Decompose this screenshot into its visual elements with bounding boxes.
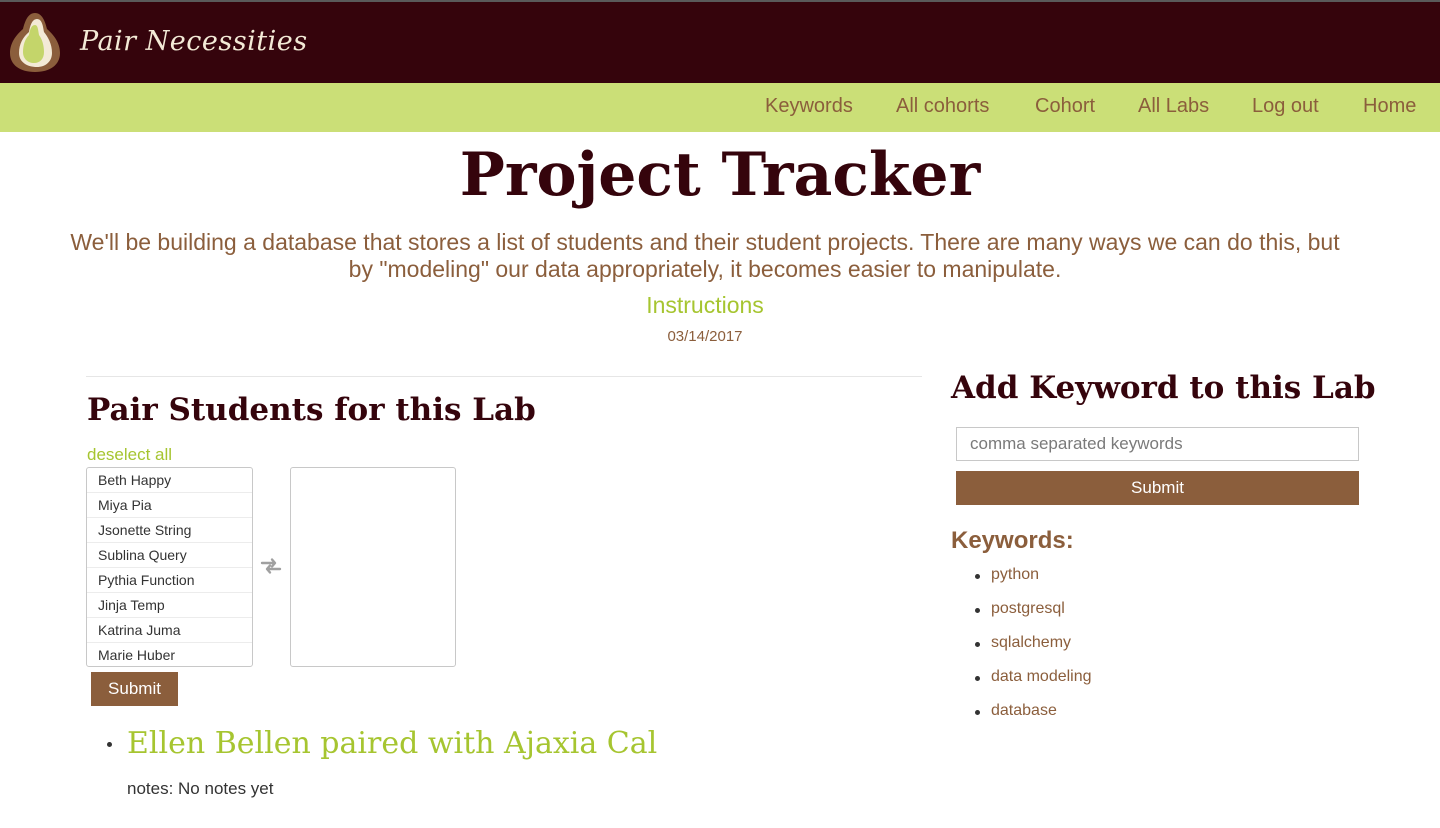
keyword-item: postgresql <box>975 600 1092 634</box>
student-option[interactable]: Jsonette String <box>87 518 252 543</box>
student-option[interactable]: Pythia Function <box>87 568 252 593</box>
top-header: Pair Necessities <box>0 0 1440 83</box>
pair-notes: notes: No notes yet <box>127 779 274 798</box>
keyword-list: python postgresql sqlalchemy data modeli… <box>975 566 1092 736</box>
keyword-input[interactable] <box>956 427 1359 461</box>
keyword-item: python <box>975 566 1092 600</box>
bullet-icon <box>107 742 112 747</box>
main-nav: Keywords All cohorts Cohort All Labs Log… <box>0 83 1440 132</box>
instructions-link[interactable]: Instructions <box>0 292 1410 319</box>
pair-students-heading: Pair Students for this Lab <box>87 392 536 428</box>
add-keyword-heading: Add Keyword to this Lab <box>951 370 1376 406</box>
keyword-submit-button[interactable]: Submit <box>956 471 1359 505</box>
student-option[interactable]: Beth Happy <box>87 468 252 493</box>
student-option[interactable]: Jinja Temp <box>87 593 252 618</box>
keyword-item: data modeling <box>975 668 1092 702</box>
swap-arrows-icon[interactable] <box>260 557 282 575</box>
pair-result-title[interactable]: Ellen Bellen paired with Ajaxia Cal <box>127 726 657 761</box>
nav-log-out[interactable]: Log out <box>1252 95 1319 118</box>
brand-name[interactable]: Pair Necessities <box>80 26 308 57</box>
page-title: Project Tracker <box>459 140 981 210</box>
lab-date: 03/14/2017 <box>667 328 743 345</box>
selected-students-list[interactable] <box>290 467 456 667</box>
lab-description: We'll be building a database that stores… <box>70 229 1340 282</box>
keyword-item: sqlalchemy <box>975 634 1092 668</box>
nav-cohort[interactable]: Cohort <box>1035 95 1095 118</box>
deselect-all-link[interactable]: deselect all <box>87 445 172 465</box>
nav-all-labs[interactable]: All Labs <box>1138 95 1209 118</box>
student-option[interactable]: Katrina Juma <box>87 618 252 643</box>
keyword-item: database <box>975 702 1092 736</box>
pear-logo-icon[interactable] <box>8 11 62 73</box>
section-divider <box>86 376 922 377</box>
student-option[interactable]: Miya Pia <box>87 493 252 518</box>
student-select-list[interactable]: Beth Happy Miya Pia Jsonette String Subl… <box>86 467 253 667</box>
nav-keywords[interactable]: Keywords <box>765 95 853 118</box>
pair-submit-button[interactable]: Submit <box>91 672 178 706</box>
keywords-label: Keywords: <box>951 527 1074 554</box>
student-option[interactable]: Sublina Query <box>87 543 252 568</box>
student-option[interactable]: Marie Huber <box>87 643 252 666</box>
nav-home[interactable]: Home <box>1363 95 1416 118</box>
nav-all-cohorts[interactable]: All cohorts <box>896 95 989 118</box>
